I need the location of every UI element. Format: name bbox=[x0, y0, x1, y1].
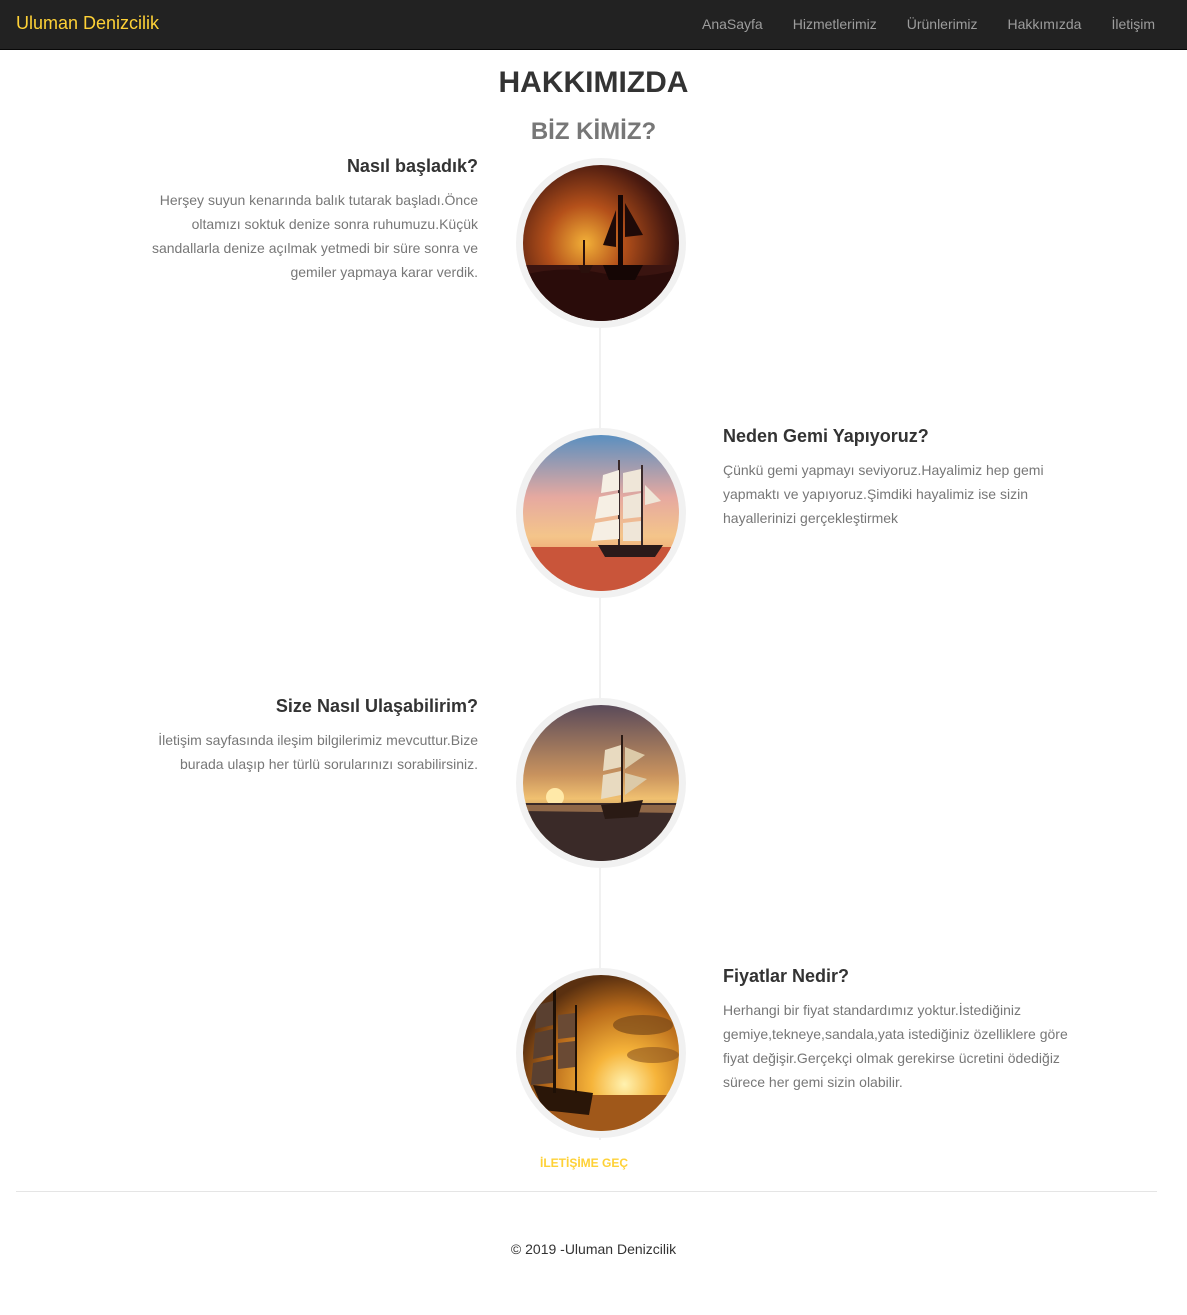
ship-sunset-image bbox=[523, 435, 679, 591]
timeline-panel-3: Size Nasıl Ulaşabilirim? İletişim sayfas… bbox=[148, 696, 478, 776]
footer-copyright: © 2019 -Uluman Denizcilik bbox=[510, 1241, 677, 1257]
brand-logo-link[interactable]: Uluman Denizcilik bbox=[16, 13, 159, 34]
timeline-image-3 bbox=[516, 698, 686, 868]
timeline-heading-1: Nasıl başladık? bbox=[346, 156, 478, 176]
footer-divider bbox=[16, 1191, 1157, 1192]
nav-link-hizmetlerimiz[interactable]: Hizmetlerimiz bbox=[778, 0, 892, 50]
timeline-panel-4: Fiyatlar Nedir? Herhangi bir fiyat stand… bbox=[723, 966, 1073, 1094]
navbar: Uluman Denizcilik AnaSayfa Hizmetlerimiz… bbox=[0, 0, 1187, 50]
nav-link-urunlerimiz[interactable]: Ürünlerimiz bbox=[892, 0, 993, 50]
ship-storm-image bbox=[523, 165, 679, 321]
page-subtitle: BİZ KİMİZ? bbox=[530, 118, 657, 145]
timeline-image-2 bbox=[516, 428, 686, 598]
timeline-heading-2: Neden Gemi Yapıyoruz? bbox=[723, 426, 929, 446]
timeline-body-3: İletişim sayfasında ileşim bilgilerimiz … bbox=[158, 732, 478, 772]
timeline-heading-3: Size Nasıl Ulaşabilirim? bbox=[275, 696, 478, 716]
nav-menu: AnaSayfa Hizmetlerimiz Ürünlerimiz Hakkı… bbox=[687, 0, 1170, 50]
timeline-body-4: Herhangi bir fiyat standardımız yoktur.İ… bbox=[723, 1002, 1068, 1090]
timeline-heading-4: Fiyatlar Nedir? bbox=[723, 966, 850, 986]
nav-link-hakkimizda[interactable]: Hakkımızda bbox=[993, 0, 1097, 50]
timeline-body-2: Çünkü gemi yapmayı seviyoruz.Hayalimiz h… bbox=[723, 462, 1044, 526]
timeline-panel-2: Neden Gemi Yapıyoruz? Çünkü gemi yapmayı… bbox=[723, 426, 1073, 530]
timeline-body-1: Herşey suyun kenarında balık tutarak baş… bbox=[151, 192, 478, 280]
ship-golden-sky-image bbox=[523, 975, 679, 1131]
nav-link-iletisim[interactable]: İletişim bbox=[1096, 0, 1170, 50]
timeline-image-1 bbox=[516, 158, 686, 328]
timeline-image-4 bbox=[516, 968, 686, 1138]
contact-cta-link[interactable]: İLETİŞİME GEÇ bbox=[540, 1156, 628, 1170]
nav-link-anasayfa[interactable]: AnaSayfa bbox=[687, 0, 778, 50]
page-title: HAKKIMIZDA bbox=[498, 66, 689, 99]
ship-evening-image bbox=[523, 705, 679, 861]
timeline-panel-1: Nasıl başladık? Herşey suyun kenarında b… bbox=[148, 156, 478, 284]
